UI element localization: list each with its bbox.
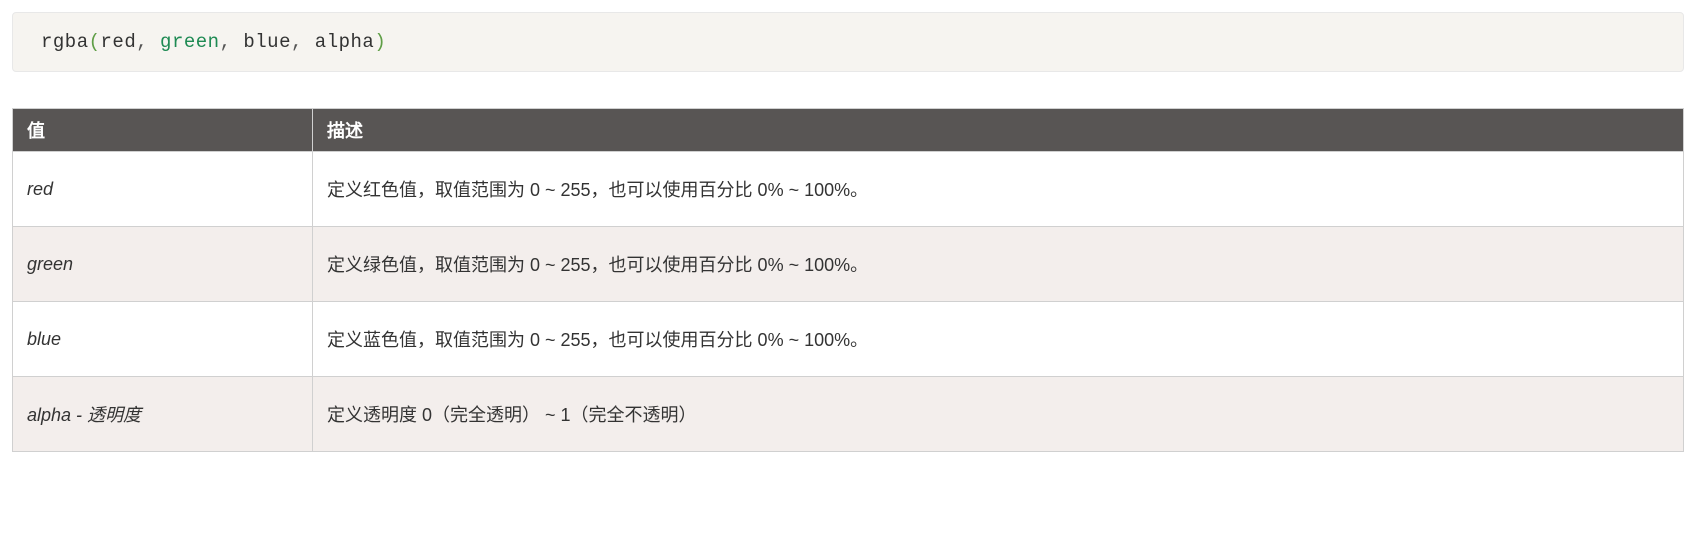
table-cell-value: alpha - 透明度	[13, 377, 313, 452]
table-cell-desc: 定义红色值，取值范围为 0 ~ 255，也可以使用百分比 0% ~ 100%。	[313, 152, 1684, 227]
parameters-table: 值 描述 red 定义红色值，取值范围为 0 ~ 255，也可以使用百分比 0%…	[12, 108, 1684, 452]
table-header-value: 值	[13, 109, 313, 152]
table-row: alpha - 透明度 定义透明度 0（完全透明） ~ 1（完全不透明）	[13, 377, 1684, 452]
table-cell-desc: 定义绿色值，取值范围为 0 ~ 255，也可以使用百分比 0% ~ 100%。	[313, 227, 1684, 302]
table-cell-desc: 定义透明度 0（完全透明） ~ 1（完全不透明）	[313, 377, 1684, 452]
code-arg-blue: blue	[243, 31, 291, 53]
code-separator: ,	[291, 31, 315, 53]
table-row: red 定义红色值，取值范围为 0 ~ 255，也可以使用百分比 0% ~ 10…	[13, 152, 1684, 227]
code-function-name: rgba	[41, 31, 89, 53]
table-cell-desc: 定义蓝色值，取值范围为 0 ~ 255，也可以使用百分比 0% ~ 100%。	[313, 302, 1684, 377]
table-header-row: 值 描述	[13, 109, 1684, 152]
table-cell-value: green	[13, 227, 313, 302]
table-row: blue 定义蓝色值，取值范围为 0 ~ 255，也可以使用百分比 0% ~ 1…	[13, 302, 1684, 377]
table-header-desc: 描述	[313, 109, 1684, 152]
code-arg-green: green	[160, 31, 220, 53]
code-separator: ,	[220, 31, 244, 53]
table-row: green 定义绿色值，取值范围为 0 ~ 255，也可以使用百分比 0% ~ …	[13, 227, 1684, 302]
code-close-paren: )	[374, 31, 386, 53]
table-cell-value: blue	[13, 302, 313, 377]
table-cell-value: red	[13, 152, 313, 227]
code-syntax-block: rgba(red, green, blue, alpha)	[12, 12, 1684, 72]
code-arg-alpha: alpha	[315, 31, 375, 53]
code-arg-red: red	[101, 31, 137, 53]
code-separator: ,	[136, 31, 160, 53]
code-open-paren: (	[89, 31, 101, 53]
